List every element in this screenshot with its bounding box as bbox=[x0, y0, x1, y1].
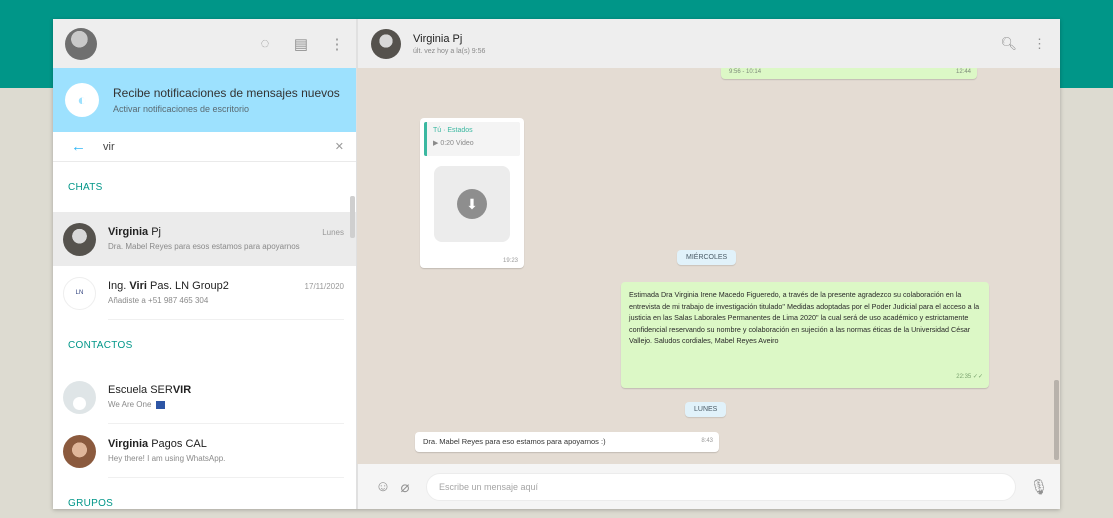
avatar bbox=[63, 434, 96, 468]
download-icon[interactable]: ⬇ bbox=[457, 189, 487, 219]
section-label-groups: GRUPOS bbox=[68, 497, 114, 509]
chat-row-virginia-pj[interactable]: Virginia Pj Lunes Dra. Mabel Reyes para … bbox=[53, 212, 356, 266]
notification-banner[interactable]: ◐ Recibe notificaciones de mensajes nuev… bbox=[53, 68, 356, 132]
sidebar-header: ◌ ▤ ⋮ bbox=[53, 19, 356, 68]
contact-avatar[interactable] bbox=[371, 28, 401, 59]
new-chat-icon[interactable]: ▤ bbox=[292, 35, 310, 53]
whatsapp-window: ◌ ▤ ⋮ ◐ Recibe notificaciones de mensaje… bbox=[53, 19, 1060, 509]
section-label-chats: CHATS bbox=[68, 181, 103, 193]
video-thumbnail[interactable]: ⬇ bbox=[434, 166, 510, 242]
conversation-panel: Virginia Pj últ. vez hoy a la(s) 9:56 🔍︎… bbox=[357, 19, 1060, 509]
more-vertical-icon[interactable]: ⋮ bbox=[328, 35, 346, 53]
clear-search-icon[interactable]: ✕ bbox=[335, 140, 344, 153]
message-time: 22:35 ✓✓ bbox=[956, 374, 983, 381]
notification-title: Recibe notificaciones de mensajes nuevos bbox=[113, 86, 340, 100]
sidebar: ◌ ▤ ⋮ ◐ Recibe notificaciones de mensaje… bbox=[53, 19, 357, 509]
status-circle-icon[interactable]: ◌ bbox=[256, 35, 274, 53]
back-arrow-icon[interactable]: ← bbox=[71, 138, 91, 155]
search-bar: ← ✕ bbox=[53, 132, 356, 162]
quoted-status[interactable]: Tú · Estados ▶ 0:20 Video bbox=[424, 122, 520, 156]
message-bubble-incoming[interactable]: Dra. Mabel Reyes para eso estamos para a… bbox=[415, 432, 719, 452]
message-bubble-outgoing[interactable]: Estimada Dra Virginia Irene Macedo Figue… bbox=[621, 282, 989, 388]
my-avatar[interactable] bbox=[65, 27, 97, 60]
date-separator: LUNES bbox=[685, 402, 727, 417]
search-input[interactable] bbox=[103, 140, 335, 153]
group-avatar: LN bbox=[63, 276, 96, 310]
composer: ☺ ⌀ 🎙︎ bbox=[357, 464, 1060, 509]
more-vertical-icon[interactable]: ⋮ bbox=[1033, 36, 1046, 52]
emoji-icon[interactable]: ☺ bbox=[372, 478, 394, 495]
last-seen: últ. vez hoy a la(s) 9:56 bbox=[413, 47, 486, 55]
message-area: 9:56 - 10:14 12:44 Tú · Estados ▶ 0:20 V… bbox=[357, 68, 1060, 464]
chat-time: Lunes bbox=[322, 228, 344, 237]
search-results: CHATS Virginia Pj Lunes Dra. Mabel Reyes… bbox=[53, 162, 356, 509]
flag-icon bbox=[155, 400, 165, 409]
message-time: 8:43 bbox=[701, 438, 713, 444]
default-avatar-icon bbox=[63, 380, 96, 414]
section-label-contacts: CONTACTOS bbox=[68, 339, 133, 351]
bell-off-icon: ◐ bbox=[65, 83, 99, 117]
message-time: 19:23 bbox=[502, 258, 518, 264]
attach-clip-icon[interactable]: ⌀ bbox=[394, 478, 416, 496]
avatar bbox=[63, 222, 96, 256]
contact-row-virginia-pagos[interactable]: Virginia Pagos CAL Hey there! I am using… bbox=[53, 424, 356, 478]
chat-scrollbar[interactable] bbox=[1054, 380, 1059, 460]
microphone-icon[interactable]: 🎙︎ bbox=[1028, 478, 1050, 496]
chat-row-ln-group[interactable]: LN Ing. Viri Pas. LN Group2 17/11/2020 A… bbox=[53, 266, 356, 320]
contact-name: Escuela SERVIR bbox=[108, 384, 192, 396]
message-input[interactable] bbox=[426, 472, 1016, 501]
search-icon[interactable]: 🔍︎ bbox=[1000, 36, 1017, 52]
date-separator: MIÉRCOLES bbox=[677, 250, 737, 265]
notification-subtitle[interactable]: Activar notificaciones de escritorio bbox=[113, 104, 340, 114]
chat-title: Virginia Pj bbox=[413, 32, 463, 45]
video-message[interactable]: Tú · Estados ▶ 0:20 Video ⬇ 19:23 bbox=[420, 118, 524, 268]
chat-preview: Dra. Mabel Reyes para esos estamos para … bbox=[108, 242, 300, 251]
chat-name: Ing. Viri Pas. LN Group2 bbox=[108, 280, 229, 292]
contact-status: Hey there! I am using WhatsApp. bbox=[108, 454, 226, 463]
chat-header[interactable]: Virginia Pj últ. vez hoy a la(s) 9:56 🔍︎… bbox=[357, 19, 1060, 68]
sidebar-scrollbar[interactable] bbox=[350, 196, 355, 238]
contact-status: We Are One bbox=[108, 400, 344, 409]
chat-time: 17/11/2020 bbox=[304, 282, 344, 291]
chat-name: Virginia Pj bbox=[108, 226, 161, 238]
contact-name: Virginia Pagos CAL bbox=[108, 438, 207, 450]
message-bubble-previous[interactable]: 9:56 - 10:14 12:44 bbox=[721, 68, 977, 79]
contact-row-escuela-servir[interactable]: Escuela SERVIR We Are One bbox=[53, 370, 356, 424]
chat-preview: Añadiste a +51 987 465 304 bbox=[108, 296, 209, 305]
